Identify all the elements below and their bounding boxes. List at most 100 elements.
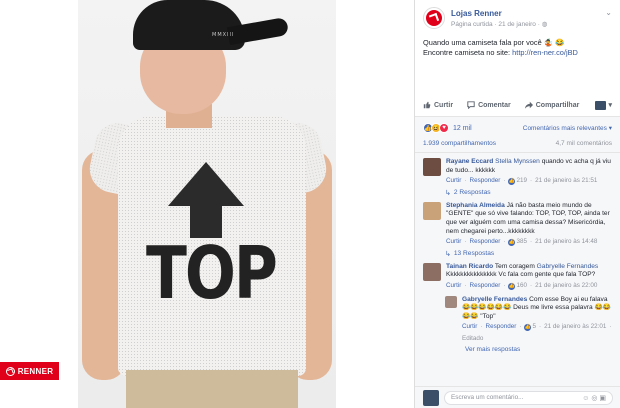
renner-watermark: RENNER — [0, 362, 59, 380]
post-header: Lojas Renner Página curtida · 21 de jane… — [415, 0, 620, 30]
share-button[interactable]: Compartilhar — [524, 101, 579, 109]
comment-author[interactable]: Stephania Almeida — [446, 202, 505, 209]
caret-down-icon: ▾ — [608, 102, 612, 109]
comment: Stephania Almeida Já não basta meio mund… — [415, 197, 620, 247]
comment-like-count[interactable]: 👍 160 — [508, 282, 527, 291]
view-replies-link[interactable]: ↳ 13 Respostas — [415, 247, 620, 258]
comment-composer: Escreva um comentário... ☺ ◎ ▣ — [415, 386, 620, 408]
comment-author[interactable]: Tainan Ricardo — [446, 263, 493, 270]
comment-like-link[interactable]: Curtir — [462, 323, 477, 332]
reaction-emojis[interactable]: 👍 😆 ♥ — [423, 123, 449, 133]
comment: Rayane Eccard Stella Mynssen quando vc a… — [415, 153, 620, 186]
post-as-selector[interactable]: ▾ — [595, 100, 612, 110]
comments-count: 4,7 mil comentários — [555, 140, 612, 147]
comment-author[interactable]: Gabryelle Fernandes — [462, 296, 527, 303]
comment-like-link[interactable]: Curtir — [446, 282, 461, 291]
shirt-top-text: TOP — [146, 232, 278, 316]
love-reaction-icon: ♥ — [439, 123, 449, 133]
comment-button-label: Comentar — [478, 101, 511, 109]
avatar — [423, 389, 439, 406]
post-link[interactable]: http://ren-ner.co/jBD — [512, 48, 578, 57]
comment-tag[interactable]: Gabryelle Fernandes — [537, 263, 599, 270]
comment-tag[interactable]: Stella Mynssen — [495, 158, 540, 165]
page-thumb — [595, 100, 607, 110]
cap — [133, 0, 245, 50]
comment-time[interactable]: 21 de janeiro às 14:48 — [535, 238, 597, 247]
view-replies-link[interactable]: ↳ 2 Respostas — [415, 186, 620, 197]
globe-icon: ◍ — [541, 20, 548, 28]
thumbs-up-icon: 👍 — [524, 324, 532, 332]
photo-scene: MMXIII TOP — [78, 0, 336, 408]
comment-like-count[interactable]: 👍 219 — [508, 177, 527, 186]
comment-like-count[interactable]: 👍 5 — [524, 323, 536, 332]
post-photo[interactable]: MMXIII TOP RENNER — [0, 0, 414, 408]
shares-count[interactable]: 1.939 compartilhamentos — [423, 140, 496, 147]
avatar[interactable] — [423, 262, 441, 281]
post-text-prefix: Encontre camiseta no site: — [423, 48, 513, 57]
comment-meta: Curtir · Responder · 👍 385 · 21 de janeiro à… — [446, 238, 598, 247]
comment-meta: Curtir · Responder · 👍 5 · 21 de janeiro às … — [462, 323, 612, 344]
reply-comment: Gabryelle Fernandes Com esse Boy ai eu f… — [415, 291, 620, 344]
post-side-panel: Lojas Renner Página curtida · 21 de jane… — [414, 0, 620, 408]
renner-logo-icon — [5, 366, 15, 376]
edited-label[interactable]: Editado — [462, 335, 483, 344]
comment-body: Gabryelle Fernandes Com esse Boy ai eu f… — [462, 296, 612, 344]
reply-arrow-icon: ↳ — [445, 250, 451, 258]
page-name-link[interactable]: Lojas Renner — [451, 9, 547, 18]
avatar[interactable] — [423, 201, 441, 220]
comment-reply-link[interactable]: Responder — [486, 323, 517, 332]
post-text-line2: Encontre camiseta no site: http://ren-ne… — [423, 48, 612, 58]
comment-body: Tainan Ricardo Tem coragem Gabryelle Fer… — [446, 263, 612, 291]
up-arrow-graphic — [168, 162, 244, 238]
comment-time[interactable]: 21 de janeiro às 22:01 — [544, 323, 606, 332]
reactions-row: 👍 😆 ♥ 12 mil Comentários mais relevantes… — [415, 117, 620, 135]
replies-count: 13 Respostas — [453, 250, 495, 258]
comment-body: Stephania Almeida Já não basta meio mund… — [446, 202, 612, 247]
more-replies-link[interactable]: Ver mais respostas — [415, 344, 620, 353]
reaction-count[interactable]: 12 mil — [453, 125, 472, 132]
renner-badge-text: RENNER — [17, 366, 54, 376]
thumbs-up-icon: 👍 — [508, 177, 516, 185]
avatar[interactable] — [423, 158, 441, 176]
avatar[interactable] — [445, 295, 457, 308]
pants — [126, 370, 298, 408]
composer-icons[interactable]: ☺ ◎ ▣ — [582, 394, 606, 402]
page-meta: Lojas Renner Página curtida · 21 de jane… — [451, 9, 547, 28]
thumbs-up-icon: 👍 — [508, 282, 516, 290]
replies-count: 2 Respostas — [453, 189, 491, 197]
thumbs-up-icon — [423, 101, 431, 109]
comment-time[interactable]: 21 de janeiro às 21:51 — [535, 177, 597, 186]
post-meta: Página curtida · 21 de janeiro · ◍ — [451, 20, 547, 28]
comment-reply-link[interactable]: Responder — [470, 282, 501, 291]
comment-like-count[interactable]: 👍 385 — [508, 238, 527, 247]
post-meta-text: Página curtida · 21 de janeiro · — [451, 20, 542, 28]
comment-likes: 160 — [516, 281, 527, 289]
page-avatar[interactable] — [423, 7, 445, 29]
comment-body: Rayane Eccard Stella Mynssen quando vc a… — [446, 158, 612, 186]
comment-icon — [467, 101, 475, 109]
reply-arrow-icon: ↳ — [445, 189, 451, 197]
thumbs-up-icon: 👍 — [508, 238, 516, 246]
comment-button[interactable]: Comentar — [467, 101, 511, 109]
post-actions: Curtir Comentar Compartilhar ▾ — [423, 97, 612, 113]
comment-text-prefix: Tem coragem — [493, 262, 537, 270]
comment-like-link[interactable]: Curtir — [446, 238, 461, 247]
comment-input[interactable]: Escreva um comentário... ☺ ◎ ▣ — [444, 390, 613, 405]
comment-reply-link[interactable]: Responder — [470, 177, 501, 186]
comment-like-link[interactable]: Curtir — [446, 177, 461, 186]
comment-meta: Curtir · Responder · 👍 219 · 21 de janeiro à… — [446, 177, 598, 186]
like-button[interactable]: Curtir — [423, 101, 453, 109]
comment-reply-link[interactable]: Responder — [470, 238, 501, 247]
comment-author[interactable]: Rayane Eccard — [446, 158, 493, 165]
cap-label: MMXIII — [212, 32, 235, 38]
renner-logo-icon — [426, 10, 442, 26]
comment-sort-dropdown[interactable]: Comentários mais relevantes ▾ — [523, 124, 612, 132]
comment-meta: Curtir · Responder · 👍 160 · 21 de janeiro à… — [446, 281, 598, 291]
reactions-area: 👍 😆 ♥ 12 mil Comentários mais relevantes… — [415, 116, 620, 407]
comment-likes: 219 — [516, 177, 527, 185]
post-options-chevron-icon[interactable]: ⌄ — [605, 8, 612, 17]
comment-input-placeholder: Escreva um comentário... — [451, 394, 524, 401]
comment: Tainan Ricardo Tem coragem Gabryelle Fer… — [415, 258, 620, 291]
comment-likes: 5 — [532, 323, 536, 331]
comment-time[interactable]: 21 de janeiro às 22:00 — [535, 282, 597, 291]
